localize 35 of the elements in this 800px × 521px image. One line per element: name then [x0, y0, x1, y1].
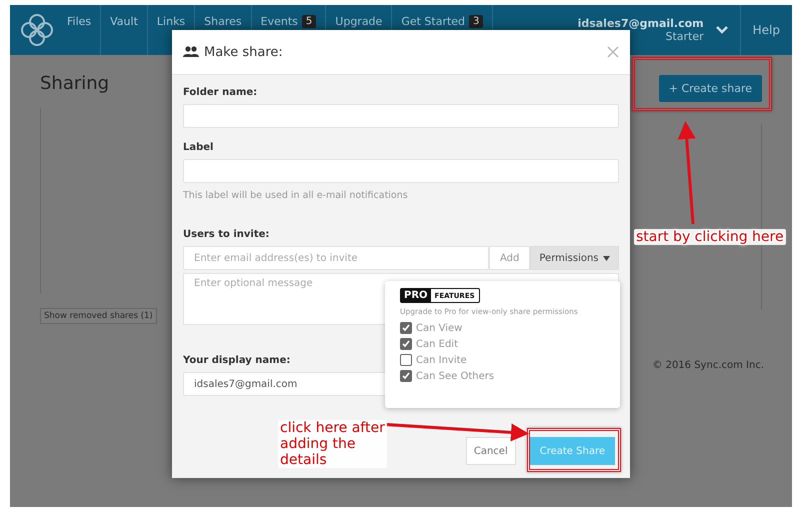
caret-icon	[602, 256, 610, 260]
permission-option[interactable]: Can Invite	[400, 354, 605, 366]
field-label: Users to invite:	[183, 229, 270, 240]
page-title: Sharing	[40, 73, 110, 94]
folder-name-field[interactable]	[183, 104, 619, 128]
label-field[interactable]	[183, 159, 619, 183]
help-link[interactable]: Help	[740, 5, 792, 55]
account-email[interactable]: idsales7@gmail.com	[578, 17, 704, 30]
field-label: Folder name:	[183, 87, 258, 98]
checkbox[interactable]	[400, 354, 412, 366]
checkbox[interactable]	[400, 322, 412, 334]
permission-option[interactable]: Can View	[400, 322, 605, 334]
nav-link[interactable]: Vault	[101, 5, 148, 55]
add-button[interactable]: Add	[489, 246, 530, 270]
chevron-down-icon[interactable]	[716, 26, 728, 34]
nav-link[interactable]: Files	[58, 5, 102, 55]
field-label: Label	[183, 142, 214, 153]
help-text: This label will be used in all e-mail notifications	[183, 190, 409, 201]
account-plan: Starter	[665, 30, 704, 43]
permissions-button[interactable]: Permissions	[530, 246, 619, 270]
annotation-text: start by clicking here	[634, 229, 786, 245]
annotation-text: click here after adding the details	[278, 420, 387, 468]
cancel-button[interactable]: Cancel	[466, 437, 516, 465]
copyright-text: © 2016 Sync.com Inc.	[652, 360, 764, 371]
permission-option[interactable]: Can See Others	[400, 370, 605, 382]
users-icon	[183, 46, 199, 58]
permission-option[interactable]: Can Edit	[400, 338, 605, 350]
invite-email-field[interactable]: Enter email address(es) to invite	[183, 246, 489, 270]
dialog-title: Make share:	[204, 44, 283, 60]
logo-icon	[20, 13, 54, 47]
field-label: Your display name:	[183, 355, 290, 366]
checkbox[interactable]	[400, 370, 412, 382]
checkbox[interactable]	[400, 338, 412, 350]
create-share-button[interactable]: + Create share	[658, 75, 762, 102]
show-removed-button[interactable]: Show removed shares (1)	[40, 308, 157, 324]
